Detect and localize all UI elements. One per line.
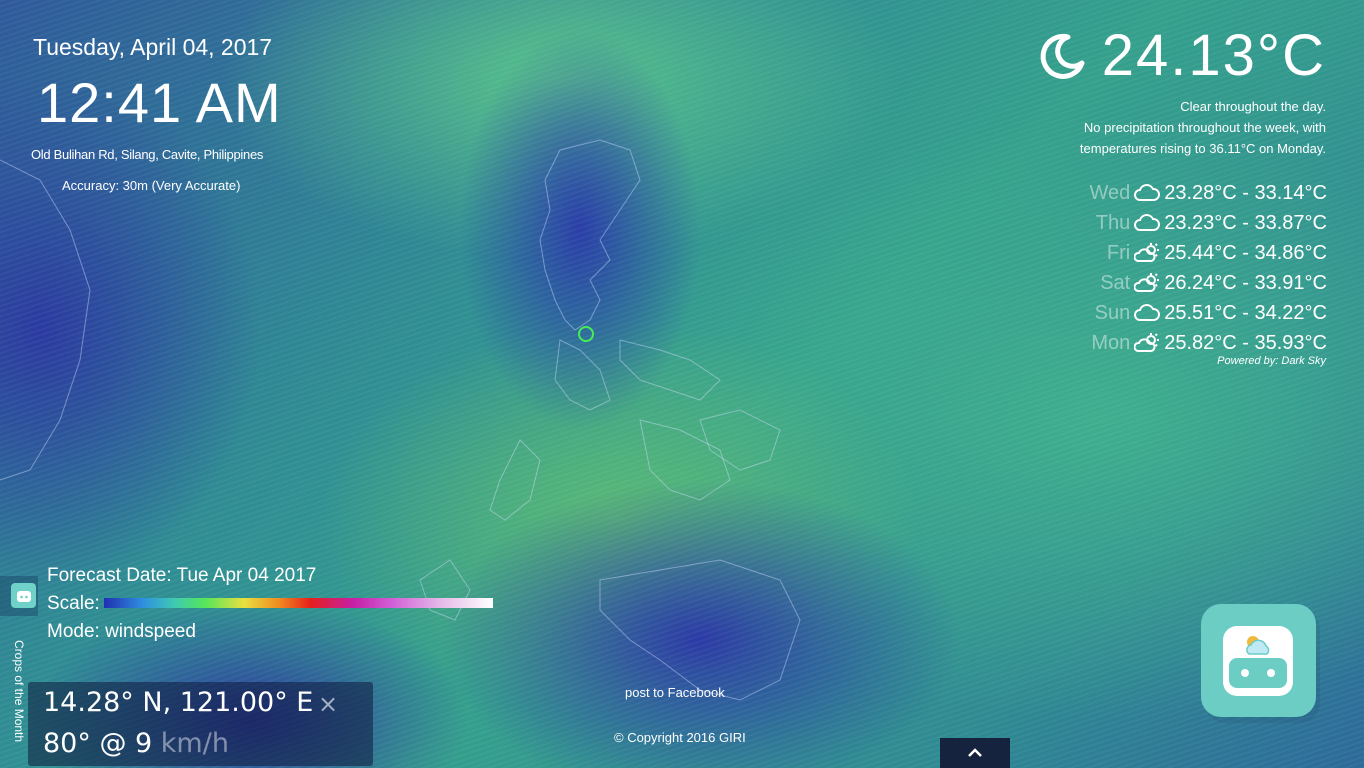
- forecast-day: Sat: [1100, 271, 1131, 294]
- forecast-range: 23.28°C - 33.14°C: [1164, 181, 1327, 204]
- forecast-range: 25.51°C - 34.22°C: [1164, 301, 1327, 324]
- forecast-row: Mon 25.82°C - 35.93°C: [1089, 328, 1327, 358]
- app-robot-icon: [16, 590, 31, 602]
- weather-summary: Clear throughout the day. No precipitati…: [1080, 96, 1326, 159]
- close-icon[interactable]: ×: [318, 690, 338, 718]
- post-to-facebook-link[interactable]: post to Facebook: [625, 685, 725, 700]
- app-badge-button[interactable]: [1201, 604, 1316, 717]
- forecast-row: Sun 25.51°C - 34.22°C: [1089, 298, 1327, 328]
- forecast-range: 26.24°C - 33.91°C: [1164, 271, 1327, 294]
- crops-app-button[interactable]: [11, 583, 36, 608]
- summary-line: No precipitation throughout the week, wi…: [1083, 120, 1326, 135]
- forecast-day: Sun: [1094, 301, 1131, 324]
- cloudy-icon: [1134, 304, 1161, 321]
- forecast-day: Thu: [1095, 211, 1131, 234]
- current-time: 12:41 AM: [37, 71, 282, 134]
- summary-line: temperatures rising to 36.11°C on Monday…: [1079, 141, 1326, 156]
- wind-readout: 80° @ 9 km/h: [43, 728, 229, 759]
- partly-cloudy-day-icon: [1134, 273, 1160, 292]
- forecast-day: Mon: [1091, 331, 1131, 354]
- forecast-row: Thu 23.23°C - 33.87°C: [1089, 208, 1327, 238]
- forecast-day: Wed: [1089, 181, 1131, 204]
- map-mode[interactable]: Mode: windspeed: [47, 618, 316, 646]
- forecast-row: Wed 23.28°C - 33.14°C: [1089, 178, 1327, 208]
- forecast-range: 23.23°C - 33.87°C: [1164, 211, 1327, 234]
- forecast-range: 25.44°C - 34.86°C: [1164, 241, 1327, 264]
- forecast-date: Forecast Date: Tue Apr 04 2017: [47, 565, 317, 586]
- cloudy-icon: [1134, 184, 1161, 201]
- wind-value: 80° @ 9: [43, 728, 153, 759]
- location-address: Old Bulihan Rd, Silang, Cavite, Philippi…: [31, 147, 264, 162]
- current-weather: 24.13°C: [1038, 22, 1326, 89]
- partly-cloudy-day-icon: [1134, 333, 1160, 352]
- forecast-row: Sat 26.24°C - 33.91°C: [1089, 268, 1327, 298]
- location-marker[interactable]: [578, 326, 594, 342]
- expand-panel-button[interactable]: [940, 738, 1010, 768]
- crops-of-the-month-label[interactable]: Crops of the Month: [12, 640, 26, 742]
- wind-unit-toggle[interactable]: km/h: [161, 728, 229, 759]
- forecast-range: 25.82°C - 35.93°C: [1164, 331, 1327, 354]
- app-badge-face: [1223, 626, 1293, 696]
- current-date: Tuesday, April 04, 2017: [33, 34, 273, 60]
- forecast-row: Fri 25.44°C - 34.86°C: [1089, 238, 1327, 268]
- powered-by-link[interactable]: Powered by: Dark Sky: [1217, 355, 1326, 367]
- summary-line: Clear throughout the day.: [1180, 99, 1326, 114]
- location-accuracy: Accuracy: 30m (Very Accurate): [62, 178, 241, 193]
- coordinates-text: 14.28° N, 121.00° E: [43, 687, 314, 718]
- chevron-up-icon: [968, 748, 982, 757]
- crescent-moon-icon: [1040, 33, 1085, 79]
- color-scale-bar: [104, 598, 493, 608]
- weekly-forecast: Wed 23.28°C - 33.14°C Thu 23.23°C - 33.8…: [1089, 178, 1327, 358]
- current-temperature: 24.13°C: [1101, 23, 1326, 88]
- forecast-day: Fri: [1106, 241, 1131, 264]
- weather-robot-icon: [1229, 636, 1287, 688]
- cloudy-icon: [1134, 214, 1161, 231]
- partly-cloudy-day-icon: [1134, 243, 1160, 262]
- copyright-text: © Copyright 2016 GIRI: [614, 730, 746, 745]
- coordinates-panel: 14.28° N, 121.00° E × 80° @ 9 km/h: [28, 682, 373, 766]
